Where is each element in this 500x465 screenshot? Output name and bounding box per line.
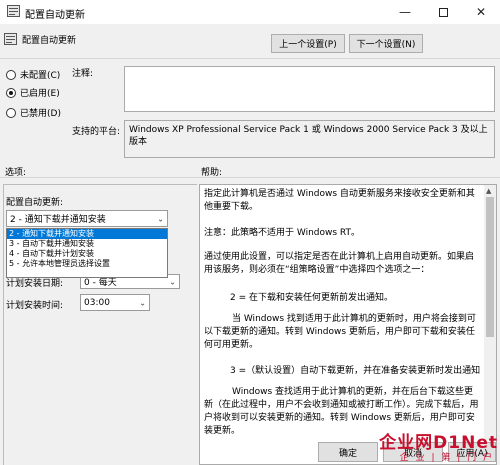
dropdown-option[interactable]: 5 - 允许本地管理员选择设置 [7,259,167,269]
platform-text: Windows XP Professional Service Pack 1 或… [124,120,495,158]
radio-label: 未配置(C) [20,71,61,81]
radio-not-configured[interactable]: 未配置(C) [6,68,60,81]
configure-dropdown[interactable]: 2 - 通知下载并通知安装 ⌄ [6,210,168,227]
watermark-subtext: 企 业 | 第 | 门 户 [399,453,494,463]
schedule-time-dropdown[interactable]: 03:00 ⌄ [80,294,150,311]
chevron-down-icon: ⌄ [169,277,176,286]
radio-enabled[interactable]: 已启用(E) [6,86,60,99]
help-paragraph: 2 = 在下载和安装任何更新前发出通知。 [230,293,393,303]
help-paragraph: 指定此计算机是否通过 Windows 自动更新服务来接收安全更新和其他重要下载。 [204,189,475,212]
schedule-time-value: 03:00 [84,297,110,308]
policy-icon [7,5,20,17]
help-panel: 指定此计算机是否通过 Windows 自动更新服务来接收安全更新和其他重要下载。… [199,184,497,465]
radio-label: 已启用(E) [20,89,60,99]
dropdown-option[interactable]: 2 - 通知下载并通知安装 [7,229,167,239]
chevron-down-icon: ⌄ [139,298,146,307]
schedule-time-label: 计划安装时间: [6,301,64,311]
chevron-down-icon: ⌄ [157,214,164,223]
help-paragraph: 当 Windows 找到适用于此计算机的更新时，用户将会接到可以下载更新的通知。… [204,314,476,350]
help-scroll-thumb[interactable] [486,197,494,337]
configure-label: 配置自动更新: [6,198,64,208]
divider [0,177,500,178]
watermark: 企业网D1Net 企 业 | 第 | 门 户 [340,428,500,465]
help-paragraph: 3 =（默认设置）自动下载更新，并在准备安装更新时发出通知 [230,366,481,376]
dropdown-option[interactable]: 4 - 自动下载并计划安装 [7,249,167,259]
radio-disabled[interactable]: 已禁用(D) [6,106,61,119]
radio-circle[interactable] [6,69,16,80]
help-paragraph: 通过使用此设置，可以指定是否在此计算机上启用自动更新。如果启用该服务，则必须在“… [204,252,475,275]
dropdown-option[interactable]: 3 - 自动下载并通知安装 [7,239,167,249]
radio-circle[interactable] [6,87,16,98]
radio-circle[interactable] [6,107,16,118]
platform-label: 支持的平台: [72,127,121,137]
scroll-up-icon[interactable]: ▲ [486,187,491,195]
setting-title: 配置自动更新 [22,36,77,46]
close-button[interactable]: ✕ [462,0,500,24]
configure-dropdown-list: 2 - 通知下载并通知安装 3 - 自动下载并通知安装 4 - 自动下载并计划安… [6,228,168,278]
minimize-button[interactable]: — [386,0,424,24]
maximize-button[interactable] [424,0,462,24]
comment-textarea[interactable] [124,66,495,112]
radio-label: 已禁用(D) [20,109,61,119]
divider [0,58,500,59]
comment-label: 注释: [72,69,94,79]
minimize-icon: — [399,5,411,19]
help-paragraph: 注意：此策略不适用于 Windows RT。 [204,228,360,238]
configure-dropdown-value: 2 - 通知下载并通知安装 [10,215,106,225]
close-icon: ✕ [475,5,487,19]
policy-icon [4,33,17,45]
maximize-icon [438,7,448,17]
next-setting-button[interactable]: 下一个设置(N) [349,34,423,53]
window-title: 配置自动更新 [25,10,85,21]
prev-setting-button[interactable]: 上一个设置(P) [271,34,345,53]
